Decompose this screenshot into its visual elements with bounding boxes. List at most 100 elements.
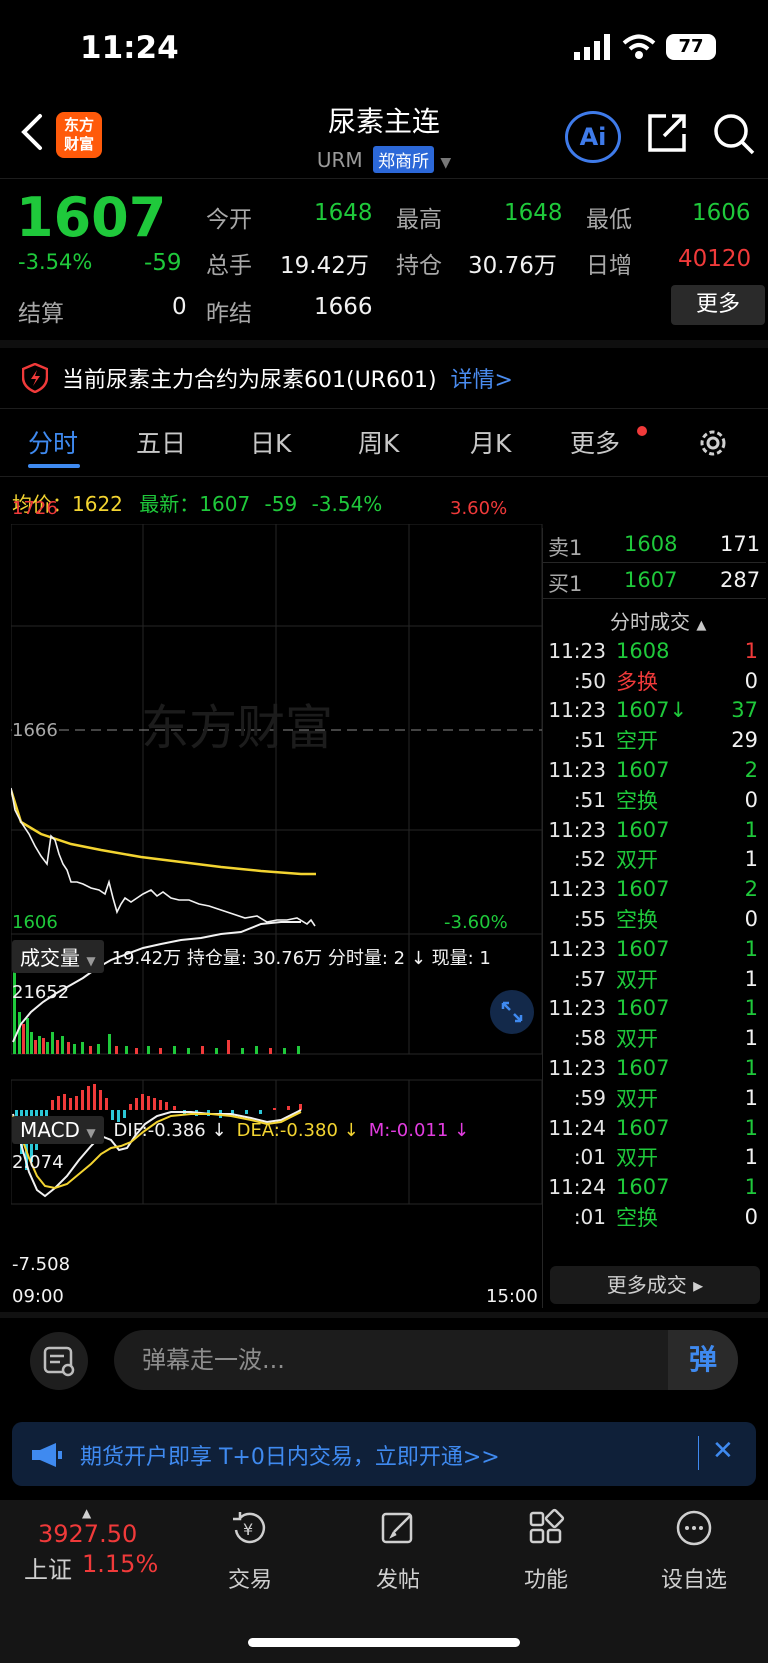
volume-info: 19.42万 持仓量: 30.76万 分时量: 2 ↓ 现量: 1 [111, 947, 491, 969]
trade-time: :55 [573, 907, 606, 932]
trade-volume: 0 [744, 1205, 758, 1230]
trade-row: 11:23 1607 1 [544, 994, 764, 1024]
trade-price: 1607 [616, 877, 670, 902]
ai-button[interactable]: Ai [565, 111, 621, 163]
danmaku-input[interactable]: 弹幕走一波... [114, 1330, 738, 1390]
trade-row: 11:23 1607↓ 37 [544, 696, 764, 726]
trade-price: 双开 [616, 1086, 658, 1111]
trade-volume: 1 [744, 1115, 758, 1140]
macd-bottom: -7.508 [12, 1254, 71, 1275]
y-axis-mid: 1666 [12, 720, 58, 741]
x-axis-end: 15:00 [486, 1286, 538, 1307]
megaphone-icon [32, 1443, 62, 1467]
trade-price: 空换 [616, 788, 658, 813]
trade-row: 11:23 1607 1 [544, 934, 764, 964]
edit-icon [381, 1512, 413, 1544]
battery-indicator: 77 [666, 34, 716, 60]
nav-post[interactable]: 发帖 [348, 1508, 448, 1594]
trade-price: 1607 [616, 1115, 670, 1140]
promo-text[interactable]: 期货开户即享 T+0日内交易，立即开通>> [80, 1439, 500, 1471]
search-icon[interactable] [712, 112, 756, 156]
nav-post-label: 发帖 [375, 1568, 420, 1593]
ask-volume: 171 [720, 532, 761, 556]
trade-price: 1607 [616, 936, 670, 961]
trade-row: :55 空换 0 [544, 904, 764, 934]
volume-bars [13, 962, 300, 1054]
tab-daily-k[interactable]: 日K [250, 424, 291, 460]
tab-five-day[interactable]: 五日 [136, 424, 186, 460]
status-icons: 77 [574, 34, 716, 60]
settings-gear-icon[interactable] [696, 426, 730, 460]
macd-top: 2.074 [12, 1152, 64, 1173]
notice-text: 当前尿素主力合约为尿素601(UR601) [62, 368, 437, 393]
tab-monthly-k[interactable]: 月K [470, 424, 511, 460]
more-trades-button[interactable]: 更多成交 ▸ [550, 1266, 760, 1304]
trade-row: 11:23 1607 2 [544, 874, 764, 904]
high-value: 1648 [504, 200, 563, 226]
trade-volume: 0 [744, 668, 758, 693]
tab-more[interactable]: 更多 [570, 424, 620, 460]
trade-volume: 1 [744, 817, 758, 842]
tab-intraday[interactable]: 分时 [28, 424, 78, 460]
more-dots-icon [676, 1510, 712, 1546]
latest-label: 最新： [139, 492, 200, 516]
pct-axis-top: 3.60% [450, 498, 508, 519]
shield-alert-icon [22, 363, 48, 393]
trade-row: 11:24 1607 1 [544, 1113, 764, 1143]
more-button[interactable]: 更多 [671, 285, 765, 325]
trade-volume: 1 [744, 1085, 758, 1110]
avg-price-line: 均价：1622 最新：1607 -59 -3.54% [12, 488, 382, 517]
trade-time: :59 [573, 1085, 606, 1110]
status-time: 11:24 [80, 30, 179, 66]
oi-change-value: 40120 [678, 246, 752, 272]
promo-close-button[interactable]: ✕ [712, 1436, 734, 1466]
volume-max: 21652 [12, 982, 70, 1003]
trade-time: 11:23 [548, 936, 606, 961]
danmaku-send-button[interactable]: 弹 [668, 1330, 738, 1390]
trade-row: :01 双开 1 [544, 1143, 764, 1173]
trade-time: :51 [573, 728, 606, 753]
macd-indicator-selector[interactable]: MACD ▼ [12, 1116, 104, 1144]
nav-trade[interactable]: ¥ 交易 [200, 1508, 300, 1594]
index-ticker[interactable]: ▲ 3927.50 上证 1.15% [24, 1506, 174, 1585]
trades-header[interactable]: 分时成交 ▲ [610, 606, 706, 635]
main-contract-notice[interactable]: 当前尿素主力合约为尿素601(UR601) 详情> [22, 362, 513, 394]
trade-row: :57 双开 1 [544, 964, 764, 994]
tab-active-indicator [28, 464, 80, 468]
danmaku-settings-button[interactable] [30, 1332, 88, 1390]
trade-price: 多换 [616, 669, 658, 694]
trade-time: 11:23 [548, 638, 606, 663]
trade-time: :51 [573, 787, 606, 812]
home-indicator[interactable] [248, 1638, 520, 1647]
tab-weekly-k[interactable]: 周K [358, 424, 399, 460]
notice-detail-link[interactable]: 详情> [451, 362, 513, 394]
contract-code: URM [316, 148, 363, 172]
trade-row: :51 空换 0 [544, 785, 764, 815]
trade-price: 1607 [616, 758, 670, 783]
low-value: 1606 [692, 200, 751, 226]
trade-price: 1607 [616, 1056, 670, 1081]
volume-value: 19.42万 [280, 253, 369, 279]
trade-volume: 1 [744, 936, 758, 961]
trade-price: 1607 [616, 1175, 670, 1200]
x-axis-start: 09:00 [12, 1286, 64, 1307]
nav-watchlist-label: 设自选 [660, 1568, 727, 1593]
price-line-series [11, 787, 316, 927]
trade-row: :01 空换 0 [544, 1202, 764, 1232]
chevron-down-icon[interactable]: ▼ [440, 155, 451, 171]
pct-axis-bottom: -3.60% [444, 912, 508, 933]
nav-watchlist[interactable]: 设自选 [644, 1508, 744, 1594]
share-icon[interactable] [646, 112, 688, 154]
volume-indicator-selector[interactable]: 成交量 ▼ [12, 940, 104, 973]
trade-volume: 1 [744, 1145, 758, 1170]
trade-time: 11:23 [548, 1056, 606, 1081]
nav-functions-label: 功能 [523, 1568, 568, 1593]
trade-volume: 1 [744, 638, 758, 663]
nav-functions[interactable]: 功能 [496, 1508, 596, 1594]
bid-volume: 287 [720, 568, 761, 592]
trade-time: :01 [573, 1145, 606, 1170]
expand-chart-icon[interactable] [490, 990, 534, 1034]
trade-row: 11:23 1607 1 [544, 1053, 764, 1083]
settle-label: 结算 [18, 301, 64, 327]
index-pct: 1.15% [82, 1550, 159, 1578]
